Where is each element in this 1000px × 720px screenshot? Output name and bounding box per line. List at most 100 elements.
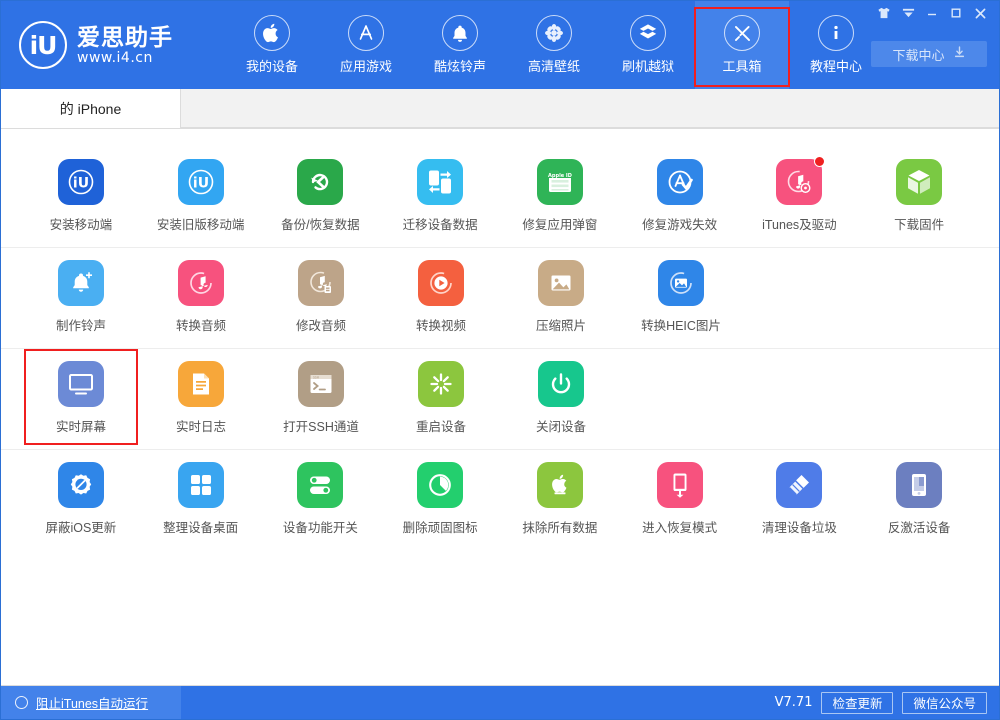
erase-data-icon [537, 462, 583, 508]
tool-row: iU 安装移动端 iU 安装旧版移动端 [21, 147, 979, 247]
tool-backup-restore[interactable]: 备份/恢复数据 [261, 147, 381, 247]
tool-label: iTunes及驱动 [762, 214, 837, 233]
box-icon [630, 15, 666, 51]
block-itunes-toggle[interactable]: 阻止iTunes自动运行 [1, 686, 181, 719]
tool-label: 重启设备 [416, 416, 466, 435]
tool-group-1: iU 安装移动端 iU 安装旧版移动端 [1, 147, 999, 247]
tool-label: 备份/恢复数据 [281, 214, 359, 233]
tool-edit-audio[interactable]: 修改音频 [261, 248, 381, 348]
nav-label: 高清壁纸 [528, 56, 580, 75]
skin-icon[interactable] [873, 3, 895, 23]
tool-live-log[interactable]: 实时日志 [141, 349, 261, 449]
arrange-desktop-icon [178, 462, 224, 508]
tool-compress-photo[interactable]: 压缩照片 [501, 248, 621, 348]
tool-row: 屏蔽iOS更新 整理设备桌面 [21, 450, 979, 550]
nav-item-wallpapers[interactable]: 高清壁纸 [507, 1, 601, 89]
nav-item-my-device[interactable]: 我的设备 [225, 1, 319, 89]
feature-toggle-icon [297, 462, 343, 508]
radio-circle-icon [15, 696, 28, 709]
device-tab-iphone[interactable]: 的 iPhone [1, 89, 181, 128]
tool-feature-toggle[interactable]: 设备功能开关 [261, 450, 381, 550]
tool-recovery-mode[interactable]: 进入恢复模式 [620, 450, 740, 550]
device-tabbar: 的 iPhone [1, 89, 999, 129]
tool-label: 安装移动端 [50, 214, 113, 233]
nav-item-tutorials[interactable]: 教程中心 [789, 1, 883, 89]
tool-shutdown-device[interactable]: 关闭设备 [501, 349, 621, 449]
tool-label: 打开SSH通道 [283, 416, 359, 435]
tool-live-screen[interactable]: 实时屏幕 [21, 349, 141, 449]
tool-restart-device[interactable]: 重启设备 [381, 349, 501, 449]
i4-assistant-window: iU 爱思助手 www.i4.cn 我的设备 [0, 0, 1000, 720]
tool-group-4: 屏蔽iOS更新 整理设备桌面 [1, 449, 999, 550]
nav-item-apps-games[interactable]: 应用游戏 [319, 1, 413, 89]
notification-badge [814, 156, 825, 167]
svg-text:SSH: SSH [313, 375, 319, 379]
nav-label: 工具箱 [722, 56, 761, 75]
delete-icon-icon [417, 462, 463, 508]
nav-label: 我的设备 [246, 56, 298, 75]
live-screen-icon [58, 361, 104, 407]
tool-make-ringtone[interactable]: 制作铃声 [21, 248, 141, 348]
tool-fix-app-popup[interactable]: Apple ID 修复应用弹窗 [500, 147, 620, 247]
i4-app-old-icon: iU [178, 159, 224, 205]
tool-delete-stubborn-icon[interactable]: 删除顽固图标 [380, 450, 500, 550]
tool-label: 修复游戏失效 [642, 214, 717, 233]
svg-text:iU: iU [73, 176, 89, 192]
restart-icon [418, 361, 464, 407]
backup-restore-icon [297, 159, 343, 205]
tools-icon [724, 15, 760, 51]
minimize-icon[interactable] [921, 3, 943, 23]
nav-label: 教程中心 [810, 56, 862, 75]
tool-block-ios-update[interactable]: 屏蔽iOS更新 [21, 450, 141, 550]
tool-install-mobile[interactable]: iU 安装移动端 [21, 147, 141, 247]
tool-convert-audio[interactable]: 转换音频 [141, 248, 261, 348]
tool-migrate-data[interactable]: 迁移设备数据 [380, 147, 500, 247]
tool-itunes-driver[interactable]: iTunes及驱动 [740, 147, 860, 247]
convert-audio-icon [178, 260, 224, 306]
tool-download-firmware[interactable]: 下载固件 [859, 147, 979, 247]
tool-label: 屏蔽iOS更新 [45, 517, 116, 536]
nav-label: 刷机越狱 [622, 56, 674, 75]
appstore-icon [348, 15, 384, 51]
tool-label: 转换音频 [176, 315, 226, 334]
close-icon[interactable] [969, 3, 991, 23]
tool-label: 关闭设备 [536, 416, 586, 435]
edit-audio-icon [298, 260, 344, 306]
compress-photo-icon [538, 260, 584, 306]
tool-label: 反激活设备 [888, 517, 951, 536]
check-update-button[interactable]: 检查更新 [821, 692, 893, 714]
nav-item-ringtones[interactable]: 酷炫铃声 [413, 1, 507, 89]
dropdown-icon[interactable] [897, 3, 919, 23]
block-update-icon [58, 462, 104, 508]
wechat-official-button[interactable]: 微信公众号 [902, 692, 987, 714]
nav-item-flash-jailbreak[interactable]: 刷机越狱 [601, 1, 695, 89]
tool-erase-all-data[interactable]: 抹除所有数据 [500, 450, 620, 550]
tool-open-ssh[interactable]: SSH 打开SSH通道 [261, 349, 381, 449]
tool-convert-heic[interactable]: 转换HEIC图片 [621, 248, 741, 348]
logo-title: 爱思助手 [77, 25, 173, 49]
tool-arrange-desktop[interactable]: 整理设备桌面 [141, 450, 261, 550]
download-icon [953, 46, 966, 62]
block-itunes-label: 阻止iTunes自动运行 [36, 693, 148, 712]
tool-clean-junk[interactable]: 清理设备垃圾 [740, 450, 860, 550]
nav-item-toolbox[interactable]: 工具箱 [695, 1, 789, 89]
wechat-label: 微信公众号 [913, 693, 976, 712]
svg-text:iU: iU [193, 176, 209, 192]
svg-text:Apple ID: Apple ID [548, 173, 572, 179]
recovery-mode-icon [657, 462, 703, 508]
download-center-label: 下载中心 [892, 45, 944, 64]
apple-icon [254, 15, 290, 51]
tool-convert-video[interactable]: 转换视频 [381, 248, 501, 348]
tool-label: 压缩照片 [536, 315, 586, 334]
tool-label: 修改音频 [296, 315, 346, 334]
status-bar: 阻止iTunes自动运行 V7.71 检查更新 微信公众号 [1, 685, 999, 719]
tool-label: 转换HEIC图片 [641, 315, 721, 334]
maximize-icon[interactable] [945, 3, 967, 23]
app-logo[interactable]: iU 爱思助手 www.i4.cn [1, 1, 211, 89]
device-tab-label: 的 iPhone [60, 99, 121, 119]
tool-install-old-mobile[interactable]: iU 安装旧版移动端 [141, 147, 261, 247]
download-center-button[interactable]: 下载中心 [871, 41, 987, 67]
tool-deactivate-device[interactable]: 反激活设备 [859, 450, 979, 550]
tool-fix-game[interactable]: 修复游戏失效 [620, 147, 740, 247]
tool-label: 抹除所有数据 [522, 517, 597, 536]
